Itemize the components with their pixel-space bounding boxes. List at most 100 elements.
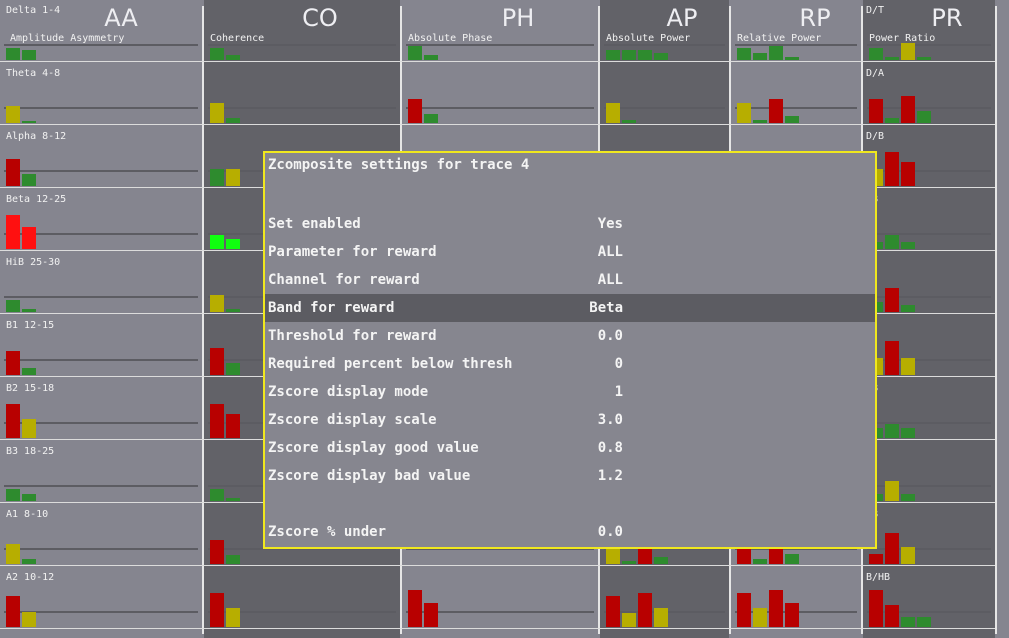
zscore-bar: [6, 489, 20, 501]
zscore-bar: [210, 540, 224, 564]
zscore-bar: [226, 309, 240, 312]
zscore-bar: [22, 227, 36, 249]
zscore-bar: [22, 309, 36, 312]
zscore-bar: [226, 118, 240, 123]
ratio-label: D/A: [866, 68, 885, 79]
zscore-bar: [408, 46, 422, 60]
zscore-bar: [901, 162, 915, 186]
setting-row[interactable]: Zscore display mode 1: [265, 378, 875, 406]
row-divider: [0, 628, 995, 629]
setting-row[interactable]: Parameter for reward ALL: [265, 238, 875, 266]
zscore-bar: [638, 50, 652, 60]
zscore-bar: [6, 404, 20, 438]
zcomposite-settings-dialog[interactable]: Zcomposite settings for trace 4 Set enab…: [263, 151, 877, 549]
zscore-bar: [753, 608, 767, 627]
setting-label: Required percent below thresh: [268, 356, 513, 372]
setting-label: Threshold for reward: [268, 328, 437, 344]
zscore-bar: [210, 295, 224, 312]
setting-label: Parameter for reward: [268, 244, 437, 260]
zscore-bar: [654, 608, 668, 627]
column-background: [0, 0, 202, 638]
zscore-bar: [210, 169, 224, 186]
setting-row[interactable]: Required percent below thresh 0: [265, 350, 875, 378]
column-code-ph: PH: [501, 4, 535, 32]
zscore-bar: [226, 414, 240, 438]
zscore-bar: [901, 617, 915, 627]
setting-row[interactable]: [265, 490, 875, 518]
ratio-label: D/T: [866, 5, 885, 16]
threshold-line: [406, 107, 594, 109]
zscore-bar: [917, 617, 931, 627]
setting-row[interactable]: Zscore % under 0.0: [265, 518, 875, 546]
zscore-bar: [226, 239, 240, 249]
zscore-bar: [901, 242, 915, 249]
setting-row[interactable]: Zscore display good value 0.8: [265, 434, 875, 462]
zscore-bar: [622, 120, 636, 123]
setting-row[interactable]: Channel for reward ALL: [265, 266, 875, 294]
setting-row[interactable]: Set enabled Yes: [265, 210, 875, 238]
threshold-line: [604, 107, 725, 109]
column-code-aa: AA: [104, 4, 138, 32]
zscore-bar: [785, 116, 799, 123]
setting-value: 0.0: [597, 328, 623, 344]
zscore-bar: [753, 559, 767, 564]
zscore-bar: [737, 48, 751, 60]
band-label: Alpha 8-12: [6, 131, 67, 142]
zscore-bar: [885, 152, 899, 186]
zscore-bar: [408, 99, 422, 123]
zscore-bar: [885, 235, 899, 249]
zscore-bar: [622, 561, 636, 564]
threshold-line: [208, 107, 396, 109]
ratio-label: D/B: [866, 131, 885, 142]
zscore-bar: [22, 612, 36, 627]
zscore-bar: [885, 118, 899, 123]
zscore-bar: [885, 481, 899, 501]
setting-row[interactable]: Band for reward Beta: [265, 294, 875, 322]
setting-row[interactable]: Zscore display bad value 1.2: [265, 462, 875, 490]
setting-label: Channel for reward: [268, 272, 420, 288]
zscore-bar: [22, 121, 36, 123]
column-subtitle: Amplitude Asymmetry: [10, 33, 125, 44]
threshold-line: [735, 107, 857, 109]
zscore-bar: [785, 554, 799, 564]
threshold-line: [4, 359, 198, 361]
setting-label: Band for reward: [268, 300, 395, 316]
zscore-bar: [6, 48, 20, 60]
zscore-bar: [885, 605, 899, 627]
setting-value: 3.0: [597, 412, 623, 428]
zscore-bar: [226, 498, 240, 501]
setting-value: 0: [614, 356, 623, 372]
zscore-bar: [885, 424, 899, 438]
zscore-bar: [6, 351, 20, 375]
setting-row[interactable]: Threshold for reward 0.0: [265, 322, 875, 350]
setting-label: Zscore % under: [268, 524, 387, 540]
zscore-bar: [210, 48, 224, 60]
band-label: B1 12-15: [6, 320, 55, 331]
setting-label: Zscore display good value: [268, 440, 479, 456]
zscore-bar: [22, 174, 36, 186]
dialog-title: Zcomposite settings for trace 4: [268, 157, 530, 173]
zscore-bar: [424, 114, 438, 123]
zscore-bar: [22, 50, 36, 60]
setting-label: Zscore display scale: [268, 412, 437, 428]
zscore-bar: [885, 341, 899, 375]
column-divider: [995, 6, 997, 634]
setting-label: Zscore display bad value: [268, 468, 471, 484]
column-subtitle: Absolute Phase: [408, 33, 493, 44]
setting-value: Yes: [597, 216, 623, 232]
zscore-bar: [638, 593, 652, 627]
setting-value: 1: [614, 384, 623, 400]
column-background: [863, 0, 995, 638]
zscore-bar: [424, 603, 438, 627]
zscore-bar: [869, 554, 883, 564]
zscore-bar: [622, 613, 636, 627]
zscore-bar: [210, 103, 224, 123]
setting-row[interactable]: Zscore display scale 3.0: [265, 406, 875, 434]
zscore-bar: [22, 419, 36, 438]
band-label: HiB 25-30: [6, 257, 61, 268]
zscore-bar: [769, 590, 783, 627]
threshold-line: [4, 107, 198, 109]
band-label: Theta 4-8: [6, 68, 61, 79]
band-label: B2 15-18: [6, 383, 55, 394]
zscore-bar: [753, 53, 767, 60]
